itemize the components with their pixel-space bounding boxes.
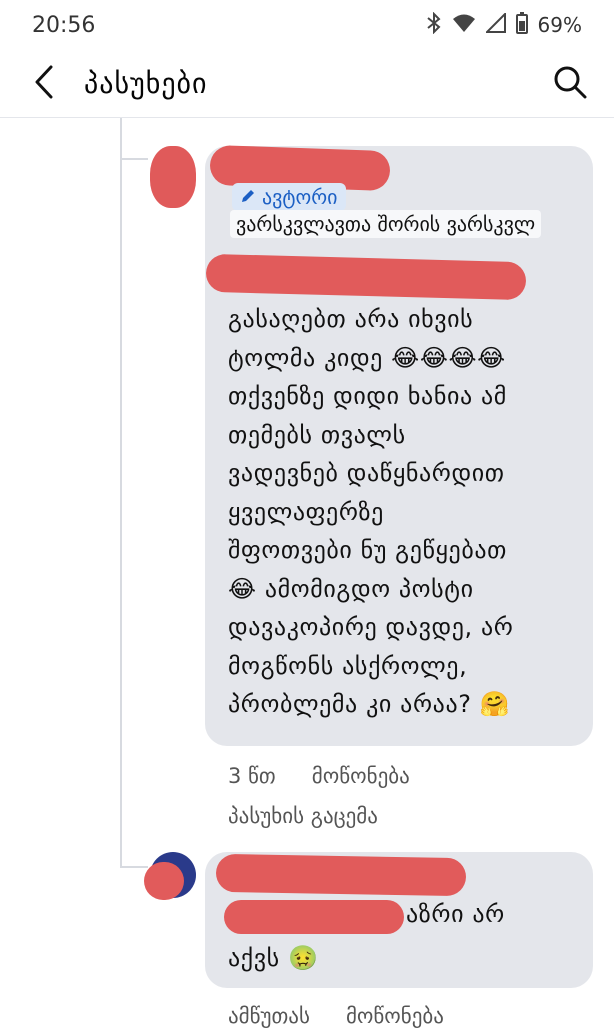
thread-connector [120, 866, 148, 868]
comment-line: 😂 ამომიგდო პოსტი [228, 574, 474, 603]
reply-time: ამწუთას [228, 1004, 310, 1028]
comment-line: მოგწონს ასქროლე, [228, 651, 468, 680]
comment-line: ყველაფერზე [228, 497, 384, 526]
signal-icon [484, 11, 506, 38]
comment-body: გასაღებთ არა იხვის ტოლმა კიდე 😂😂😂😂 თქვენ… [228, 300, 588, 724]
comment-line: პრობლემა კი არაა? 🤗 [228, 690, 511, 718]
reply-text: აქვს 🤢 [228, 944, 319, 972]
comment-line: გასაღებთ არა იხვის [228, 305, 474, 333]
author-badge-label: ავტორი [262, 185, 338, 209]
comment-line: ვადევნებ დაწყნარდით [228, 459, 505, 487]
status-icons: 69% [426, 11, 582, 39]
reply-meta: ამწუთას მოწონება [228, 1004, 444, 1028]
author-role: ვარსკვლავთა შორის ვარსკვლ [230, 210, 542, 238]
bluetooth-icon [426, 11, 442, 39]
comment-line: ტოლმა კიდე 😂😂😂😂 [228, 343, 506, 372]
header: პასუხები [0, 50, 614, 118]
comment-line: თემებს თვალს [228, 420, 406, 449]
page-title: პასუხები [84, 67, 208, 100]
search-icon [553, 65, 587, 103]
pencil-icon [240, 185, 256, 209]
comment-line: თქვენზე დიდი ხანია ამ [228, 382, 507, 410]
wifi-icon [452, 13, 476, 38]
battery-icon [515, 11, 528, 39]
status-bar: 20:56 69% [0, 0, 614, 50]
author-badge: ავტორი [232, 183, 346, 211]
thread-line [120, 118, 122, 868]
status-time: 20:56 [32, 12, 96, 38]
thread-connector [120, 158, 148, 160]
comment-time: 3 წთ [228, 764, 276, 788]
reply-like-button[interactable]: მოწონება [346, 1004, 444, 1028]
reply-text: აზრი არ [406, 900, 505, 928]
like-button[interactable]: მოწონება [312, 764, 410, 788]
reply-author-redacted [215, 853, 467, 897]
reply-button[interactable]: პასუხის გაცემა [228, 804, 378, 828]
chevron-left-icon [34, 65, 54, 103]
comment-line: დავაკოპირე დავდე, არ [228, 613, 514, 641]
back-button[interactable] [22, 62, 66, 106]
reply-mention-redacted [224, 900, 404, 934]
avatar-redacted [144, 862, 184, 900]
comment-line: შფოთვები ნუ გეწყებათ [228, 536, 507, 564]
search-button[interactable] [548, 62, 592, 106]
battery-percent: 69% [537, 13, 582, 37]
comment-meta: 3 წთ მოწონება [228, 764, 410, 788]
avatar[interactable] [150, 146, 196, 208]
